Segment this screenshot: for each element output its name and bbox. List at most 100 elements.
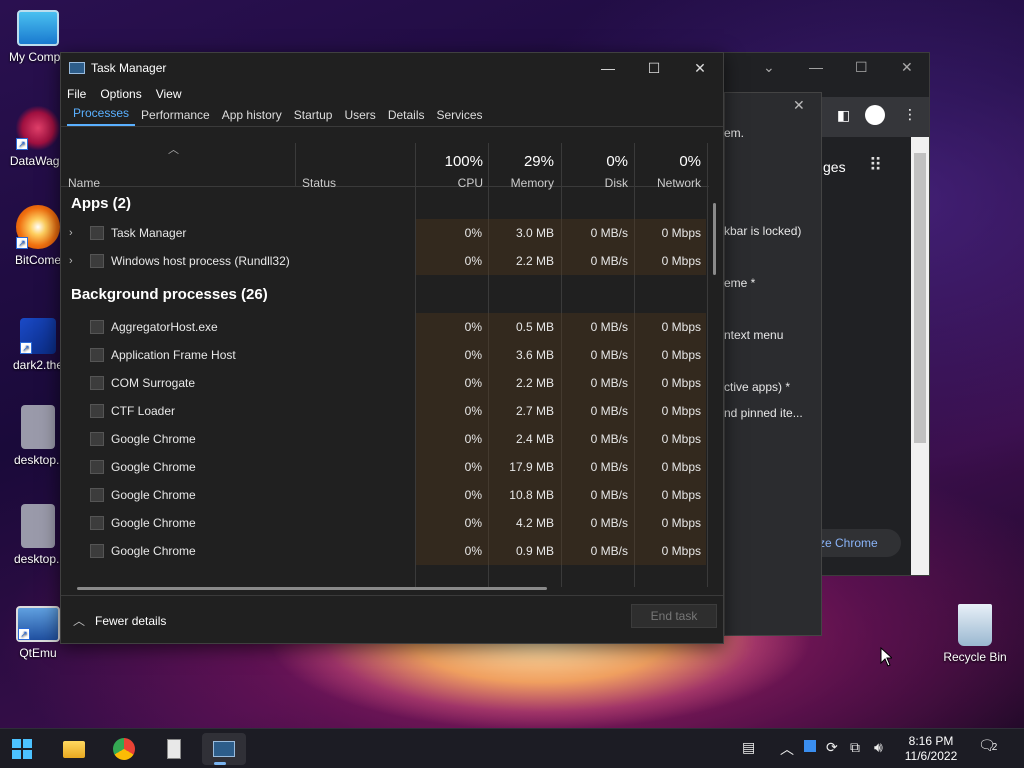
maximize-icon[interactable]: ☐ [855, 59, 868, 76]
memory-value: 0.9 MB [515, 544, 554, 558]
network-value: 0 Mbps [661, 432, 701, 446]
chevron-right-icon[interactable]: › [69, 219, 73, 247]
apps-grid-icon[interactable]: ⠿ [869, 155, 882, 176]
tab-processes[interactable]: Processes [67, 106, 136, 126]
disk-value: 0 MB/s [590, 488, 628, 502]
table-row[interactable]: › Task Manager 0% 3.0 MB 0 MB/s 0 Mbps [61, 219, 709, 247]
start-button[interactable] [4, 733, 40, 765]
datawagon-icon: ↗ [16, 106, 60, 150]
close-icon[interactable]: ✕ [793, 97, 805, 114]
cpu-value: 0% [464, 488, 482, 502]
document-icon [167, 739, 181, 759]
table-row[interactable]: Application Frame Host 0% 3.6 MB 0 MB/s … [61, 341, 709, 369]
tab-details[interactable]: Details [382, 108, 431, 126]
tab-services[interactable]: Services [431, 108, 489, 126]
process-icon [90, 254, 104, 268]
close-button[interactable]: ✕ [677, 60, 723, 77]
network-value: 0 Mbps [661, 376, 701, 390]
end-task-button[interactable]: End task [631, 604, 717, 628]
menu-bar: File Options View [61, 83, 723, 105]
process-icon [90, 226, 104, 240]
scrollbar-thumb[interactable] [914, 153, 926, 443]
memory-value: 2.2 MB [515, 254, 554, 268]
column-separator [707, 143, 708, 187]
tab-performance[interactable]: Performance [135, 108, 216, 126]
app-tray-icon[interactable] [804, 739, 816, 755]
tab-app-history[interactable]: App history [216, 108, 288, 126]
theme-file-icon: ↗ [20, 318, 56, 354]
chrome-scrollbar[interactable] [911, 137, 929, 575]
cpu-value: 0% [464, 432, 482, 446]
table-row[interactable]: › Windows host process (Rundll32) 0% 2.2… [61, 247, 709, 275]
menu-options[interactable]: Options [100, 87, 141, 101]
task-manager-icon [213, 741, 235, 757]
file-explorer-button[interactable] [56, 733, 92, 765]
network-icon[interactable]: ⧉ [850, 739, 860, 756]
menu-view[interactable]: View [156, 87, 182, 101]
disk-value: 0 MB/s [590, 460, 628, 474]
table-row[interactable]: Google Chrome 0% 17.9 MB 0 MB/s 0 Mbps [61, 453, 709, 481]
table-row[interactable]: Google Chrome 0% 2.4 MB 0 MB/s 0 Mbps [61, 425, 709, 453]
horizontal-scrollbar-thumb[interactable] [77, 587, 547, 590]
process-name: CTF Loader [111, 404, 176, 418]
minimize-icon[interactable]: — [809, 59, 823, 75]
task-manager-window[interactable]: Task Manager — ☐ ✕ File Options View Pro… [60, 52, 724, 644]
title-bar[interactable]: Task Manager — ☐ ✕ [61, 53, 723, 83]
maximize-button[interactable]: ☐ [631, 60, 677, 77]
network-value: 0 Mbps [661, 254, 701, 268]
vertical-scrollbar-thumb[interactable] [713, 203, 716, 275]
cpu-value: 0% [464, 516, 482, 530]
process-name: Windows host process (Rundll32) [111, 254, 290, 268]
network-value: 0 Mbps [661, 404, 701, 418]
menu-file[interactable]: File [67, 87, 86, 101]
tab-startup[interactable]: Startup [288, 108, 339, 126]
more-menu-icon[interactable]: ⋮ [903, 106, 917, 123]
fewer-details-button[interactable]: ︿ Fewer details [73, 612, 166, 629]
network-value: 0 Mbps [661, 544, 701, 558]
table-row[interactable]: AggregatorHost.exe 0% 0.5 MB 0 MB/s 0 Mb… [61, 313, 709, 341]
tab-users[interactable]: Users [338, 108, 381, 126]
tab-strip: Processes Performance App history Startu… [61, 105, 723, 127]
clock[interactable]: 8:16 PM 11/6/2022 [896, 734, 966, 764]
column-separator [295, 143, 296, 187]
popup-text-line: ntext menu [724, 328, 784, 342]
table-row[interactable]: Google Chrome 0% 4.2 MB 0 MB/s 0 Mbps [61, 509, 709, 537]
cpu-value: 0% [464, 254, 482, 268]
network-value: 0 Mbps [661, 348, 701, 362]
chevron-right-icon[interactable]: › [69, 247, 73, 275]
desktop-icon-recycle-bin[interactable]: Recycle Bin [940, 604, 1010, 664]
settings-popup-background[interactable]: ✕ [724, 92, 822, 636]
process-icon [90, 432, 104, 446]
chrome-text-ges: ges [823, 159, 846, 175]
cpu-value: 0% [464, 376, 482, 390]
fewer-details-label: Fewer details [95, 614, 167, 628]
monitor-icon [17, 10, 59, 46]
cpu-value: 0% [464, 348, 482, 362]
task-manager-taskbar-button[interactable] [202, 733, 246, 765]
group-header-background[interactable]: Background processes (26) [61, 275, 709, 313]
profile-icon[interactable] [865, 105, 885, 125]
news-widget-icon[interactable]: ▤ [742, 739, 755, 756]
table-row[interactable]: COM Surrogate 0% 2.2 MB 0 MB/s 0 Mbps [61, 369, 709, 397]
chrome-taskbar-button[interactable] [106, 733, 142, 765]
group-header-apps[interactable]: Apps (2) [61, 187, 709, 219]
close-icon[interactable]: ✕ [901, 59, 913, 76]
volume-icon[interactable]: 🔊︎ [874, 739, 883, 756]
minimize-button[interactable]: — [585, 60, 631, 76]
chevron-down-icon[interactable]: ⌄ [763, 59, 775, 76]
table-row[interactable]: CTF Loader 0% 2.7 MB 0 MB/s 0 Mbps [61, 397, 709, 425]
notification-count: 2 [991, 742, 998, 753]
sync-icon[interactable]: ⟳ [826, 739, 838, 756]
table-row[interactable]: Google Chrome 0% 10.8 MB 0 MB/s 0 Mbps [61, 481, 709, 509]
shortcut-arrow-icon: ↗ [18, 628, 30, 640]
chevron-up-icon[interactable]: ︿ [780, 739, 794, 759]
side-panel-icon[interactable]: ◧ [837, 107, 850, 124]
table-row[interactable]: Google Chrome 0% 0.9 MB 0 MB/s 0 Mbps [61, 537, 709, 565]
notification-center-button[interactable]: 🗨︎2 [978, 737, 997, 754]
network-value: 0 Mbps [661, 460, 701, 474]
notepad-taskbar-button[interactable] [156, 733, 192, 765]
memory-value: 3.0 MB [515, 226, 554, 240]
task-manager-icon [69, 62, 85, 74]
sort-chevron-up-icon[interactable]: ︿ [168, 143, 179, 157]
network-value: 0 Mbps [661, 488, 701, 502]
